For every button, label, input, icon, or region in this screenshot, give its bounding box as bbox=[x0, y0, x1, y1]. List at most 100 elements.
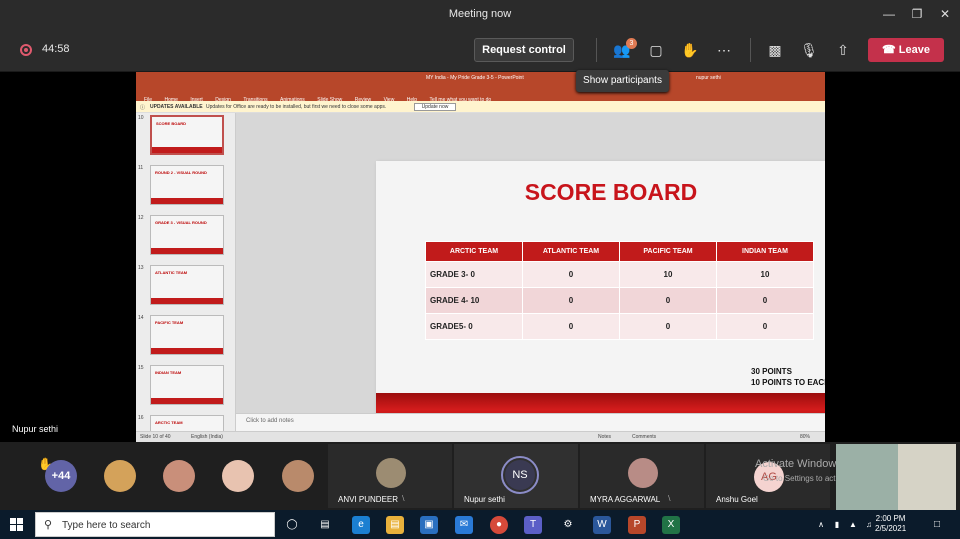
taskbar-search[interactable]: ⚲ Type here to search bbox=[35, 512, 275, 537]
show-participants-tooltip: Show participants bbox=[576, 70, 669, 92]
table-cell: 10 bbox=[619, 261, 717, 288]
zoom-level[interactable]: 80% bbox=[800, 434, 810, 440]
mic-off-icon: ⧵ bbox=[402, 494, 405, 503]
recording-icon bbox=[20, 44, 32, 56]
table-cell: GRADE 3- 0 bbox=[425, 261, 523, 288]
score-table: ARCTIC TEAM ATLANTIC TEAM PACIFIC TEAM I… bbox=[425, 241, 814, 340]
thumbnail-preview[interactable]: ARCTIC TEAM bbox=[150, 415, 224, 431]
thumbnail-preview[interactable]: ATLANTIC TEAM bbox=[150, 265, 224, 305]
table-cell: 0 bbox=[619, 287, 717, 314]
settings-icon[interactable]: ⚙ bbox=[559, 516, 577, 534]
table-cell: 0 bbox=[522, 261, 620, 288]
thumbnail-title: SCORE BOARD bbox=[156, 121, 187, 126]
mic-off-icon: ⧵ bbox=[668, 494, 671, 503]
participant-tile[interactable]: ANVI PUNDEER ⧵ bbox=[328, 444, 452, 508]
meeting-timer: 44:58 bbox=[42, 43, 70, 55]
thumbnail-title: ROUND 2 - VISUAL ROUND bbox=[155, 170, 207, 175]
table-cell: 0 bbox=[619, 313, 717, 340]
divider bbox=[750, 38, 751, 62]
taskbar-clock[interactable]: 2:00 PM 2/5/2021 bbox=[875, 514, 906, 534]
powerpoint-window: MY India - My Pride Grade 3-5 - PowerPoi… bbox=[136, 72, 825, 442]
update-text: Updates for Office are ready to be insta… bbox=[206, 104, 387, 110]
video-feed[interactable] bbox=[836, 444, 898, 510]
thumbnail-slide[interactable]: 14 PACIFIC TEAM bbox=[136, 313, 236, 359]
table-cell: 0 bbox=[522, 313, 620, 340]
leave-button[interactable]: ☎ Leave bbox=[868, 38, 944, 62]
more-options-icon[interactable]: ⋯ bbox=[714, 40, 734, 60]
thumbnail-number: 10 bbox=[138, 115, 144, 121]
notes-pane[interactable]: Click to add notes bbox=[236, 413, 825, 431]
thumbnail-title: ARCTIC TEAM bbox=[155, 420, 183, 425]
notifications-icon[interactable]: □ bbox=[928, 516, 946, 534]
update-now-button[interactable]: Update now bbox=[414, 103, 456, 111]
participant-tile[interactable]: MYRA AGGARWAL ⧵ bbox=[580, 444, 704, 508]
slide-counter: Slide 10 of 40 bbox=[140, 434, 171, 440]
thumbnail-preview[interactable]: PACIFIC TEAM bbox=[150, 315, 224, 355]
thumbnail-slide[interactable]: 13 ATLANTIC TEAM bbox=[136, 263, 236, 309]
restore-icon[interactable]: ❐ bbox=[908, 6, 926, 22]
avatar[interactable] bbox=[282, 460, 314, 492]
store-icon[interactable]: ▣ bbox=[420, 516, 438, 534]
ppt-ribbon: File Home Insert Design Transitions Anim… bbox=[136, 88, 825, 103]
video-feed[interactable] bbox=[898, 444, 956, 510]
file-explorer-icon[interactable]: ▤ bbox=[386, 516, 404, 534]
thumbnail-preview[interactable]: GRADE 3 - VISUAL ROUND bbox=[150, 215, 224, 255]
meeting-toolbar: 44:58 Request control 👥 ▢ ✋ ⋯ ▩ 🎙 ⇧ ☎ Le… bbox=[0, 28, 960, 72]
table-header-row: ARCTIC TEAM ATLANTIC TEAM PACIFIC TEAM I… bbox=[425, 241, 814, 262]
avatar[interactable] bbox=[222, 460, 254, 492]
share-tray-icon[interactable]: ⇧ bbox=[833, 40, 853, 60]
windows-start-icon[interactable] bbox=[10, 518, 23, 531]
thumbnail-preview[interactable]: INDIAN TEAM bbox=[150, 365, 224, 405]
avatar[interactable] bbox=[104, 460, 136, 492]
avatar bbox=[376, 458, 406, 488]
thumbnail-preview[interactable]: ROUND 2 - VISUAL ROUND bbox=[150, 165, 224, 205]
ppt-statusbar: Slide 10 of 40 English (India) Notes Com… bbox=[136, 431, 825, 442]
table-cell: GRADE5- 0 bbox=[425, 313, 523, 340]
current-slide[interactable]: SCORE BOARD ARCTIC TEAM ATLANTIC TEAM PA… bbox=[376, 161, 825, 427]
camera-off-icon[interactable]: ▩ bbox=[765, 40, 785, 60]
thumbnail-slide[interactable]: 10 SCORE BOARD bbox=[136, 113, 236, 159]
ppt-title: MY India - My Pride Grade 3-5 - PowerPoi… bbox=[426, 75, 524, 81]
edge-icon[interactable]: e bbox=[352, 516, 370, 534]
table-cell: 0 bbox=[522, 287, 620, 314]
thumbnail-slide[interactable]: 12 GRADE 3 - VISUAL ROUND bbox=[136, 213, 236, 259]
language-indicator[interactable]: English (India) bbox=[191, 434, 223, 440]
presenter-name: Nupur sethi bbox=[12, 424, 59, 434]
chrome-icon[interactable]: ● bbox=[490, 516, 508, 534]
chat-icon[interactable]: ▢ bbox=[646, 40, 666, 60]
window-title: Meeting now bbox=[448, 8, 512, 20]
word-icon[interactable]: W bbox=[593, 516, 611, 534]
windows-taskbar: ⚲ Type here to search ◯ ▤ e ▤ ▣ ✉ ● T ⚙ … bbox=[0, 510, 960, 539]
avatar[interactable] bbox=[163, 460, 195, 492]
thumbnail-slide[interactable]: 16 ARCTIC TEAM bbox=[136, 413, 236, 431]
thumbnail-slide[interactable]: 11 ROUND 2 - VISUAL ROUND bbox=[136, 163, 236, 209]
notes-toggle[interactable]: Notes bbox=[598, 434, 611, 440]
points-note: 30 POINTS 10 POINTS TO EACH GRADE bbox=[751, 366, 825, 388]
leave-label: Leave bbox=[898, 44, 930, 56]
minimize-icon[interactable]: — bbox=[880, 6, 898, 22]
table-row: GRADE5- 0 0 0 0 bbox=[425, 313, 814, 340]
slide-title: SCORE BOARD bbox=[524, 179, 698, 205]
cortana-icon[interactable]: ◯ bbox=[283, 516, 301, 534]
mic-off-icon[interactable]: 🎙 bbox=[799, 40, 819, 60]
ppt-user: nupur sethi bbox=[696, 75, 721, 81]
participants-badge: 3 bbox=[626, 38, 637, 49]
task-view-icon[interactable]: ▤ bbox=[316, 516, 334, 534]
comments-toggle[interactable]: Comments bbox=[632, 434, 656, 440]
teams-icon[interactable]: T bbox=[524, 516, 542, 534]
thumbnail-number: 14 bbox=[138, 315, 144, 321]
column-header: INDIAN TEAM bbox=[716, 241, 814, 262]
thumbnail-preview[interactable]: SCORE BOARD bbox=[150, 115, 224, 155]
thumbnail-slide[interactable]: 15 INDIAN TEAM bbox=[136, 363, 236, 409]
table-cell: 0 bbox=[716, 313, 814, 340]
table-row: GRADE 4- 10 0 0 0 bbox=[425, 287, 814, 314]
participant-tile[interactable]: NS Nupur sethi bbox=[454, 444, 578, 508]
excel-icon[interactable]: X bbox=[662, 516, 680, 534]
close-icon[interactable]: ✕ bbox=[936, 6, 954, 22]
overflow-participants-button[interactable]: +44 bbox=[45, 460, 77, 492]
update-label: UPDATES AVAILABLE bbox=[150, 104, 203, 110]
powerpoint-icon[interactable]: P bbox=[628, 516, 646, 534]
request-control-button[interactable]: Request control bbox=[474, 38, 574, 62]
raise-hand-icon[interactable]: ✋ bbox=[680, 40, 700, 60]
mail-icon[interactable]: ✉ bbox=[455, 516, 473, 534]
